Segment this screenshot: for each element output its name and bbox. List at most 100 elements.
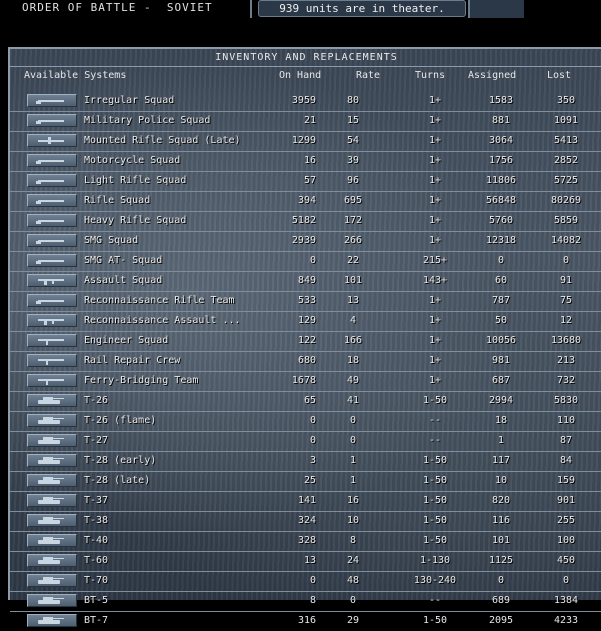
system-name: Ferry-Bridging Team <box>84 375 199 386</box>
unit-type-button[interactable] <box>27 154 77 167</box>
assigned-value: 116 <box>491 515 511 526</box>
lost-value: 1091 <box>553 115 579 126</box>
lost-value: 732 <box>556 375 576 386</box>
assigned-value: 1125 <box>488 555 514 566</box>
inventory-row[interactable]: Light Rifle Squad 57 96 1+ 11806 5725 <box>10 171 601 191</box>
unit-type-button[interactable] <box>27 474 77 487</box>
unit-type-button[interactable] <box>27 194 77 207</box>
unit-type-button[interactable] <box>27 114 77 127</box>
inventory-row[interactable]: BT-7 316 29 1-50 2095 4233 <box>10 611 601 631</box>
on-hand-value: 2939 <box>291 235 316 246</box>
assigned-value: 101 <box>491 535 511 546</box>
inventory-row[interactable]: T-40 328 8 1-50 101 100 <box>10 531 601 551</box>
unit-type-button[interactable] <box>27 214 77 227</box>
inventory-row[interactable]: Mounted Rifle Squad (Late) 1299 54 1+ 3064 54… <box>10 131 601 151</box>
inventory-row[interactable]: SMG AT- Squad 0 22 215+ 0 0 <box>10 251 601 271</box>
inventory-row[interactable]: T-27 0 0 -- 1 87 <box>10 431 601 451</box>
column-header-rate[interactable]: Rate <box>356 69 380 83</box>
column-header-on-hand[interactable]: On Hand <box>279 69 321 83</box>
rate-value: 4 <box>349 315 357 326</box>
inventory-row[interactable]: T-70 0 48 130-240 0 0 <box>10 571 601 591</box>
turns-value: 1-50 <box>422 395 448 406</box>
inventory-row[interactable]: T-38 324 10 1-50 116 255 <box>10 511 601 531</box>
inventory-panel: INVENTORY AND REPLACEMENTS Available Sys… <box>8 47 601 627</box>
inventory-row[interactable]: T-28 (late) 25 1 1-50 10 159 <box>10 471 601 491</box>
inventory-row[interactable]: T-37 141 16 1-50 820 901 <box>10 491 601 511</box>
rate-value: 8 <box>349 535 357 546</box>
unit-type-button[interactable] <box>27 534 77 547</box>
inventory-row[interactable]: Rail Repair Crew 680 18 1+ 981 213 <box>10 351 601 371</box>
inventory-row[interactable]: BT-5 8 0 -- 689 1384 <box>10 591 601 611</box>
inventory-row[interactable]: Reconnaissance Rifle Team 533 13 1+ 787 75 <box>10 291 601 311</box>
inventory-row[interactable]: Irregular Squad 3959 80 1+ 1583 350 <box>10 92 601 111</box>
unit-type-button[interactable] <box>27 334 77 347</box>
inventory-row[interactable]: Engineer Squad 122 166 1+ 10056 13680 <box>10 331 601 351</box>
turns-value: 1-50 <box>422 535 448 546</box>
on-hand-value: 3 <box>309 455 316 466</box>
rate-value: 0 <box>349 435 357 446</box>
rate-value: 13 <box>346 295 360 306</box>
unit-type-button[interactable] <box>27 274 77 287</box>
unit-type-button[interactable] <box>27 294 77 307</box>
unit-type-button[interactable] <box>27 554 77 567</box>
inventory-row[interactable]: Ferry-Bridging Team 1678 49 1+ 687 732 <box>10 371 601 391</box>
on-hand-value: 0 <box>309 435 316 446</box>
unit-type-button[interactable] <box>27 574 77 587</box>
unit-type-button[interactable] <box>27 134 77 147</box>
inventory-row[interactable]: Motorcycle Squad 16 39 1+ 1756 2852 <box>10 151 601 171</box>
inventory-row[interactable]: Rifle Squad 394 695 1+ 56848 80269 <box>10 191 601 211</box>
turns-value: 1+ <box>428 195 442 206</box>
inventory-row[interactable]: T-26 65 41 1-50 2994 5830 <box>10 391 601 411</box>
unit-type-button[interactable] <box>27 614 77 627</box>
assigned-value: 56848 <box>485 195 517 206</box>
rate-value: 172 <box>343 215 363 226</box>
unit-type-button[interactable] <box>27 594 77 607</box>
turns-value: 1+ <box>428 155 442 166</box>
turns-value: 1-50 <box>422 495 448 506</box>
column-header-available-systems[interactable]: Available Systems <box>24 69 126 83</box>
assigned-value: 1583 <box>488 95 514 106</box>
rate-value: 1 <box>349 455 357 466</box>
rate-value: 49 <box>346 375 360 386</box>
unit-type-button[interactable] <box>27 94 77 107</box>
inventory-row[interactable]: T-28 (early) 3 1 1-50 117 84 <box>10 451 601 471</box>
unit-type-button[interactable] <box>27 494 77 507</box>
lost-value: 1384 <box>553 595 579 606</box>
rate-value: 22 <box>346 255 360 266</box>
inventory-row[interactable]: Reconnaissance Assault ... 129 4 1+ 50 12 <box>10 311 601 331</box>
system-name: Engineer Squad <box>84 335 169 346</box>
on-hand-value: 141 <box>297 495 316 506</box>
rate-value: 16 <box>346 495 360 506</box>
units-in-theater-status: 939 units are in theater. <box>258 0 466 17</box>
column-header-assigned[interactable]: Assigned <box>468 69 516 83</box>
unit-type-button[interactable] <box>27 234 77 247</box>
unit-type-button[interactable] <box>27 454 77 467</box>
on-hand-value: 1299 <box>291 135 316 146</box>
inventory-row[interactable]: T-26 (flame) 0 0 -- 18 110 <box>10 411 601 431</box>
turns-value: 1+ <box>428 95 442 106</box>
unit-type-button[interactable] <box>27 374 77 387</box>
unit-type-button[interactable] <box>27 354 77 367</box>
system-name: Heavy Rifle Squad <box>84 215 187 226</box>
column-header-turns[interactable]: Turns <box>415 69 445 83</box>
unit-type-button[interactable] <box>27 174 77 187</box>
turns-value: 1+ <box>428 135 442 146</box>
inventory-row[interactable]: SMG Squad 2939 266 1+ 12318 14082 <box>10 231 601 251</box>
system-name: Rifle Squad <box>84 195 151 206</box>
inventory-list: Irregular Squad 3959 80 1+ 1583 350 Military P… <box>10 92 601 631</box>
unit-type-button[interactable] <box>27 314 77 327</box>
inventory-row[interactable]: T-60 13 24 1-130 1125 450 <box>10 551 601 571</box>
assigned-value: 0 <box>497 255 505 266</box>
top-bar: ORDER OF BATTLE - SOVIET 939 units are i… <box>0 0 601 18</box>
inventory-row[interactable]: Military Police Squad 21 15 1+ 881 1091 <box>10 111 601 131</box>
unit-type-button[interactable] <box>27 394 77 407</box>
inventory-row[interactable]: Heavy Rifle Squad 5182 172 1+ 5760 5859 <box>10 211 601 231</box>
assigned-value: 1 <box>497 435 505 446</box>
unit-type-button[interactable] <box>27 434 77 447</box>
inventory-row[interactable]: Assault Squad 849 101 143+ 60 91 <box>10 271 601 291</box>
unit-type-button[interactable] <box>27 414 77 427</box>
unit-type-button[interactable] <box>27 514 77 527</box>
column-header-lost[interactable]: Lost <box>547 69 571 83</box>
system-name: Reconnaissance Assault ... <box>84 315 241 326</box>
unit-type-button[interactable] <box>27 254 77 267</box>
